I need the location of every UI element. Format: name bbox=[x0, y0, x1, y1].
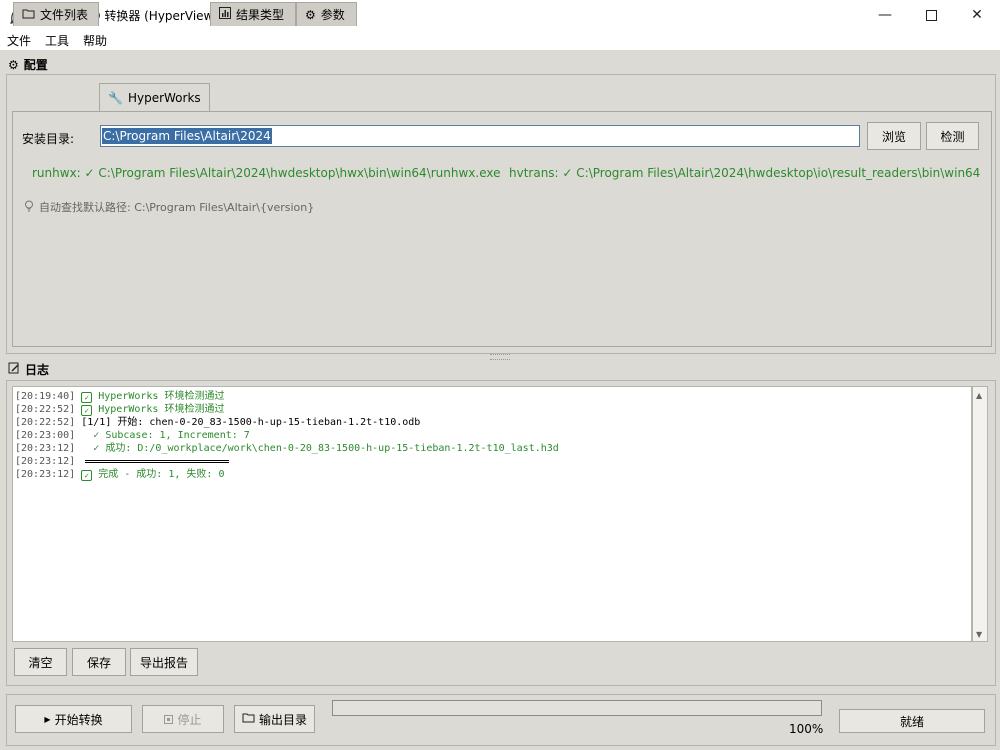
progress-fill bbox=[333, 701, 821, 715]
log-line: [20:19:40] ✓ HyperWorks 环境检测通过 bbox=[15, 390, 969, 403]
detect-button[interactable]: 检测 bbox=[926, 122, 979, 150]
wrench-icon: 🔧 bbox=[108, 90, 123, 105]
runhwx-status: runhwx: ✓ C:\Program Files\Altair\2024\h… bbox=[32, 166, 501, 180]
log-message: HyperWorks 环境检测通过 bbox=[98, 404, 225, 415]
menu-tools[interactable]: 工具 bbox=[45, 32, 69, 49]
output-dir-button[interactable]: 输出目录 bbox=[234, 705, 315, 733]
log-line: [20:23:12] bbox=[15, 455, 969, 468]
export-report-button[interactable]: 导出报告 bbox=[130, 648, 198, 676]
check-icon: ✓ bbox=[81, 392, 93, 403]
install-dir-label: 安装目录: bbox=[22, 132, 75, 146]
title-bar: ODB → H3D 转换器 (HyperView API) — ✕ bbox=[0, 0, 1000, 30]
status-label: 就绪 bbox=[839, 709, 985, 733]
scroll-down-icon[interactable]: ▼ bbox=[976, 630, 982, 639]
log-timestamp: [20:22:52] bbox=[15, 417, 82, 428]
log-line: [20:23:12] ✓ 完成 - 成功: 1, 失败: 0 bbox=[15, 468, 969, 481]
close-button[interactable]: ✕ bbox=[954, 0, 1000, 30]
save-log-button[interactable]: 保存 bbox=[72, 648, 126, 676]
log-line: [20:23:00] ✓ Subcase: 1, Increment: 7 bbox=[15, 429, 969, 442]
menu-file[interactable]: 文件 bbox=[7, 32, 31, 49]
tab-label: 参数 bbox=[320, 8, 345, 22]
play-icon: ▶ bbox=[44, 714, 51, 724]
menu-bar: 文件 工具 帮助 bbox=[0, 30, 1000, 50]
install-dir-selection: C:\Program Files\Altair\2024 bbox=[102, 128, 272, 144]
tab-result-types[interactable]: 结果类型 bbox=[210, 2, 296, 26]
scroll-up-icon[interactable]: ▲ bbox=[976, 391, 982, 400]
clear-log-button[interactable]: 清空 bbox=[14, 648, 67, 676]
log-separator bbox=[85, 459, 230, 463]
progress-percent: 100% bbox=[789, 722, 824, 736]
log-timestamp: [20:23:00] bbox=[15, 430, 82, 441]
log-line: [20:23:12] ✓ 成功: D:/0_workplace/work\che… bbox=[15, 442, 969, 455]
log-text-area[interactable]: [20:19:40] ✓ HyperWorks 环境检测通过 [20:22:52] … bbox=[12, 386, 972, 642]
log-timestamp: [20:23:12] bbox=[15, 456, 82, 467]
gear-icon: ⚙ bbox=[8, 57, 19, 72]
folder-icon bbox=[22, 8, 35, 22]
stop-button[interactable]: 停止 bbox=[142, 705, 224, 733]
gear-icon: ⚙ bbox=[305, 7, 316, 22]
browse-button[interactable]: 浏览 bbox=[867, 122, 921, 150]
log-message: ✓ 成功: D:/0_workplace/work\chen-0-20_83-1… bbox=[81, 443, 559, 454]
stop-icon bbox=[164, 714, 174, 724]
folder-icon bbox=[242, 712, 255, 726]
tab-label: 结果类型 bbox=[236, 8, 285, 22]
maximize-button[interactable] bbox=[908, 0, 954, 30]
start-label: 开始转换 bbox=[54, 712, 103, 727]
log-message: ✓ Subcase: 1, Increment: 7 bbox=[81, 430, 250, 441]
stop-label: 停止 bbox=[177, 712, 202, 727]
log-message: HyperWorks 环境检测通过 bbox=[98, 391, 225, 402]
tab-hyperworks[interactable]: 🔧 HyperWorks bbox=[99, 83, 210, 111]
log-timestamp: [20:22:52] bbox=[15, 404, 82, 415]
tab-parameters[interactable]: ⚙ 参数 bbox=[296, 2, 357, 26]
log-section-label: 日志 bbox=[8, 361, 49, 378]
start-convert-button[interactable]: ▶ 开始转换 bbox=[15, 705, 132, 733]
log-line: [20:22:52] [1/1] 开始: chen-0-20_83-1500-h… bbox=[15, 416, 969, 429]
tab-file-list[interactable]: 文件列表 bbox=[13, 2, 99, 26]
log-timestamp: [20:23:12] bbox=[15, 443, 82, 454]
log-line: [20:22:52] ✓ HyperWorks 环境检测通过 bbox=[15, 403, 969, 416]
check-icon: ✓ bbox=[81, 405, 93, 416]
log-scrollbar[interactable]: ▲ ▼ bbox=[972, 386, 988, 642]
hint-text: 自动查找默认路径: C:\Program Files\Altair\{versi… bbox=[39, 201, 315, 214]
auto-path-hint: 自动查找默认路径: C:\Program Files\Altair\{versi… bbox=[24, 199, 314, 215]
maximize-icon bbox=[925, 9, 937, 21]
tab-label: HyperWorks bbox=[127, 90, 201, 105]
minimize-button[interactable]: — bbox=[862, 0, 908, 30]
progress-bar bbox=[332, 700, 822, 716]
menu-help[interactable]: 帮助 bbox=[83, 32, 107, 49]
check-icon: ✓ bbox=[81, 470, 93, 481]
log-message: [1/1] 开始: chen-0-20_83-1500-h-up-15-tieb… bbox=[81, 417, 421, 428]
bar-chart-icon bbox=[219, 7, 231, 22]
log-timestamp: [20:19:40] bbox=[15, 391, 82, 402]
minimize-icon: — bbox=[878, 7, 892, 23]
hvtrans-status: hvtrans: ✓ C:\Program Files\Altair\2024\… bbox=[509, 166, 981, 180]
pane-splitter-handle[interactable] bbox=[490, 354, 510, 360]
log-message: 完成 - 成功: 1, 失败: 0 bbox=[98, 469, 225, 480]
tab-label: 文件列表 bbox=[40, 8, 89, 22]
lightbulb-icon bbox=[24, 200, 34, 215]
config-section-label: ⚙ 配置 bbox=[8, 57, 48, 73]
output-dir-label: 输出目录 bbox=[258, 712, 307, 727]
log-timestamp: [20:23:12] bbox=[15, 469, 82, 480]
close-icon: ✕ bbox=[971, 7, 983, 23]
log-icon bbox=[8, 362, 20, 377]
